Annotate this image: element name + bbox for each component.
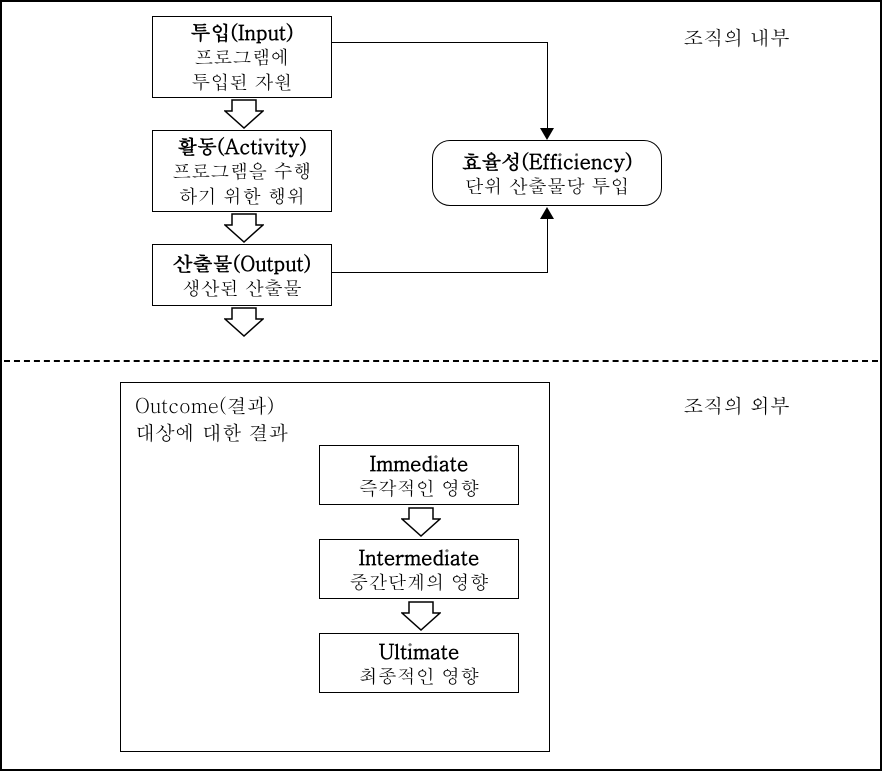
- output-sub: 생산된 산출물: [182, 276, 302, 301]
- label-internal: 조직의 내부: [683, 22, 790, 51]
- box-immediate: Immediate 즉각적인 영향: [319, 445, 519, 505]
- activity-title: 활동(Activity): [177, 133, 307, 159]
- efficiency-sub: 단위 산출물당 투입: [465, 174, 630, 199]
- arrow-intermediate-ultimate: [401, 601, 441, 631]
- box-intermediate: Intermediate 중간단계의 영향: [319, 539, 519, 599]
- ultimate-sub: 최종적인 영향: [359, 664, 479, 689]
- ultimate-title: Ultimate: [379, 638, 460, 664]
- box-outcome: Outcome(결과) 대상에 대한 결과 Immediate 즉각적인 영향 …: [120, 382, 550, 752]
- arrow-output-outcome: [224, 307, 264, 337]
- intermediate-sub: 중간단계의 영향: [349, 570, 488, 595]
- connector-input-eff-h: [332, 42, 547, 43]
- box-activity: 활동(Activity) 프로그램을 수행 하기 위한 행위: [152, 130, 332, 212]
- efficiency-title: 효율성(Efficiency): [461, 148, 632, 174]
- outcome-title: Outcome(결과): [135, 391, 288, 418]
- connector-input-eff-v: [547, 42, 548, 130]
- connector-output-eff-h: [332, 272, 547, 273]
- input-sub1: 프로그램에: [195, 45, 290, 70]
- box-efficiency: 효율성(Efficiency) 단위 산출물당 투입: [432, 140, 662, 206]
- input-title: 투입(Input): [190, 19, 293, 45]
- output-title: 산출물(Output): [173, 250, 311, 276]
- activity-sub2: 하기 위한 행위: [179, 184, 306, 209]
- arrowhead-into-eff-top: [540, 128, 554, 140]
- divider-dashed: [4, 360, 878, 362]
- input-sub2: 투입된 자원: [191, 70, 292, 95]
- connector-output-eff-v: [547, 218, 548, 273]
- outcome-sub: 대상에 대한 결과: [135, 418, 288, 445]
- box-input: 투입(Input) 프로그램에 투입된 자원: [152, 16, 332, 98]
- immediate-sub: 즉각적인 영향: [359, 476, 479, 501]
- intermediate-title: Intermediate: [359, 544, 480, 570]
- box-ultimate: Ultimate 최종적인 영향: [319, 633, 519, 693]
- immediate-title: Immediate: [370, 450, 469, 476]
- arrow-input-activity: [224, 99, 264, 129]
- arrow-immediate-intermediate: [401, 507, 441, 537]
- diagram-frame: 조직의 내부 투입(Input) 프로그램에 투입된 자원 활동(Activit…: [0, 0, 882, 771]
- activity-sub1: 프로그램을 수행: [172, 159, 311, 184]
- box-output: 산출물(Output) 생산된 산출물: [152, 244, 332, 306]
- arrowhead-into-eff-bottom: [540, 207, 554, 219]
- outcome-header: Outcome(결과) 대상에 대한 결과: [135, 391, 288, 445]
- arrow-activity-output: [224, 213, 264, 243]
- label-external: 조직의 외부: [683, 390, 790, 419]
